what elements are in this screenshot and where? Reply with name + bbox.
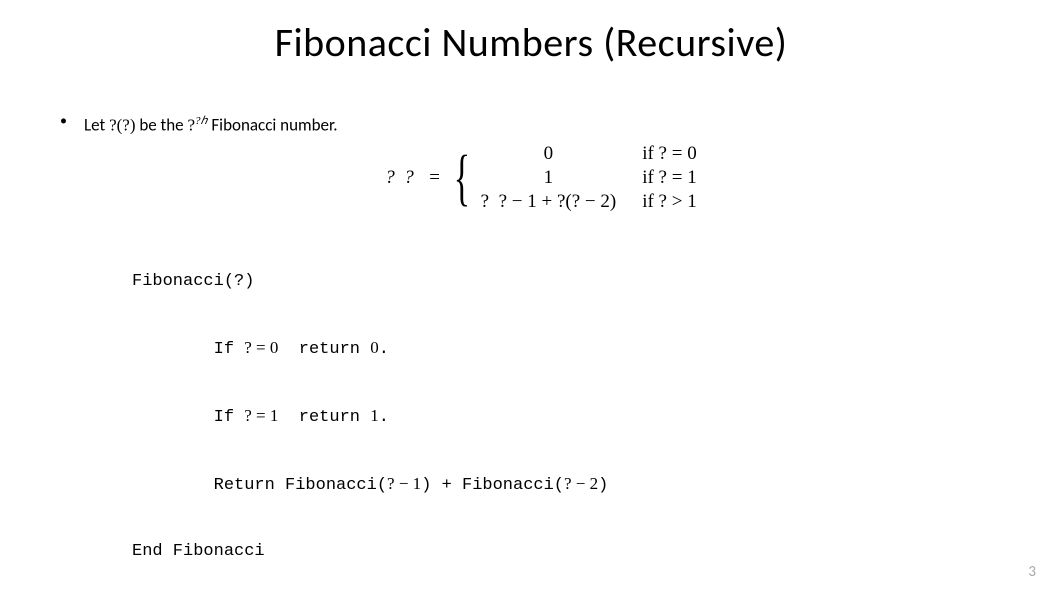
pseudocode-block: Fibonacci(?) If ? = 0 return 0. If ? = 1…	[132, 227, 1022, 597]
code-l3c: return	[278, 408, 370, 427]
code-l2a: If	[132, 340, 244, 359]
fib-definition-math: ? ? = { 0 if ? = 0 1 if ? = 1 ? ? − 1 + …	[60, 143, 1022, 213]
code-line-4: Return Fibonacci(? − 1) + Fibonacci(? − …	[132, 473, 1022, 497]
left-brace-icon: {	[454, 152, 470, 204]
code-l3d: 1	[370, 406, 379, 425]
fib-case3-cond: if ? > 1	[642, 191, 697, 213]
fib-case1-val: 0	[481, 143, 617, 165]
bullet-1-part-pre: Let	[84, 115, 109, 136]
fib-def-lhs: ? ? =	[385, 167, 441, 189]
code-l4d: ? − 2	[564, 474, 598, 493]
code-line-5: End Fibonacci	[132, 541, 1022, 563]
bullet-1: • Let ?(?) be the ??ℎ Fibonacci number.	[60, 110, 1022, 137]
page-number: 3	[1028, 563, 1036, 581]
bullet-1-fn: ?(?)	[109, 116, 135, 135]
code-l3e: .	[379, 408, 389, 427]
code-line-2: If ? = 0 return 0.	[132, 337, 1022, 361]
code-l2b: ? = 0	[244, 338, 278, 357]
code-l2d: 0	[370, 338, 379, 357]
code-line-1: Fibonacci(?)	[132, 271, 1022, 293]
slide: Fibonacci Numbers (Recursive) • Let ?(?)…	[0, 0, 1062, 597]
bullet-1-part-post: Fibonacci number.	[208, 115, 338, 136]
code-l3b: ? = 1	[244, 406, 278, 425]
fib-case2-val: 1	[481, 167, 617, 189]
code-l4e: )	[598, 476, 608, 495]
fib-case3-val: ? ? − 1 + ?(? − 2)	[481, 191, 617, 213]
code-l4a: Return Fibonacci(	[132, 476, 387, 495]
bullet-dot-icon: •	[60, 110, 84, 132]
code-l2c: return	[278, 340, 370, 359]
fib-case2-cond: if ? = 1	[642, 167, 697, 189]
bullet-1-var: ?	[188, 116, 196, 135]
code-l2e: .	[379, 340, 389, 359]
code-l4c: ) + Fibonacci(	[421, 476, 564, 495]
code-l4b: ? − 1	[387, 474, 421, 493]
bullet-1-text: Let ?(?) be the ??ℎ Fibonacci number.	[84, 110, 1022, 137]
fib-def-cases: 0 if ? = 0 1 if ? = 1 ? ? − 1 + ?(? − 2)…	[481, 143, 697, 213]
code-line-3: If ? = 1 return 1.	[132, 405, 1022, 429]
fib-case1-cond: if ? = 0	[642, 143, 697, 165]
bullet-1-sup: ?ℎ	[195, 115, 207, 127]
slide-body: • Let ?(?) be the ??ℎ Fibonacci number. …	[60, 110, 1022, 597]
code-l3a: If	[132, 408, 244, 427]
slide-title: Fibonacci Numbers (Recursive)	[0, 18, 1062, 67]
bullet-1-part-mid: be the	[135, 115, 187, 136]
